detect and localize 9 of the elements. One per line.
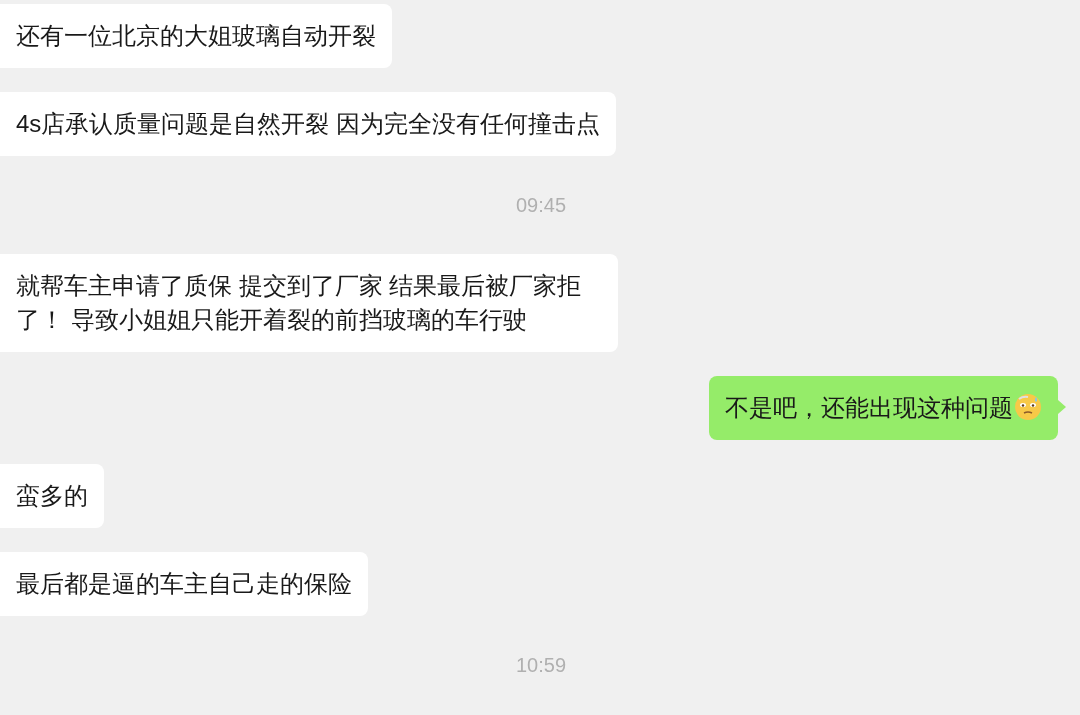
message-bubble: 最后都是逼的车主自己走的保险 bbox=[0, 552, 368, 616]
message-bubble: 蛮多的 bbox=[0, 464, 104, 528]
bubble-tail bbox=[1058, 400, 1066, 414]
message-bubble: 还有一位北京的大姐玻璃自动开裂 bbox=[0, 4, 392, 68]
message-bubble: 不是吧，还能出现这种问题 bbox=[709, 376, 1058, 440]
timestamp: 10:59 bbox=[514, 653, 567, 678]
message-bubble: 就帮车主申请了质保 提交到了厂家 结果最后被厂家拒了！ 导致小姐姐只能开着裂的前挡玻璃的车行驶 bbox=[0, 254, 618, 352]
timestamp: 09:45 bbox=[514, 193, 567, 218]
message-bubble: 4s店承认质量问题是自然开裂 因为完全没有任何撞击点 bbox=[0, 92, 616, 156]
